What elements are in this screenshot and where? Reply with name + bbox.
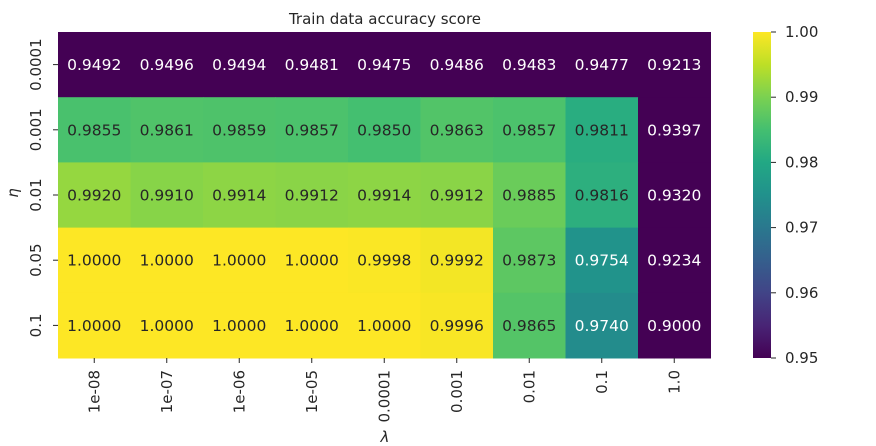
cell-value-label: 0.9885 (502, 187, 556, 205)
colorbar-tick-label: 0.95 (785, 349, 818, 367)
cell-value-label: 0.9912 (285, 187, 339, 205)
y-tick-label: 0.01 (27, 178, 45, 211)
colorbar-tick-label: 1.00 (785, 23, 818, 41)
cell-value-label: 0.9475 (357, 56, 411, 74)
colorbar-tick-label: 0.96 (785, 284, 818, 302)
colorbar-tick-label: 0.97 (785, 219, 818, 237)
cell-value-label: 0.9863 (430, 121, 484, 139)
heatmap-cells: 0.9492 0.9496 0.9494 0.9481 0.9475 0.9486 0.94… (58, 32, 711, 359)
cell-value-label: 0.9477 (575, 56, 629, 74)
y-tick-label: 0.1 (27, 313, 45, 337)
cell-value-label: 1.0000 (285, 317, 339, 335)
cell-value-label: 1.0000 (285, 252, 339, 270)
x-axis-label: λ (380, 428, 390, 446)
x-tick-label: 0.01 (520, 370, 538, 403)
cell-value-label: 0.9998 (357, 252, 411, 270)
cell-value-label: 0.9861 (140, 121, 194, 139)
cell-value-label: 0.9857 (502, 121, 556, 139)
colorbar-tick-label: 0.98 (785, 153, 818, 171)
x-tick-label: 0.001 (448, 370, 466, 413)
cell-value-label: 0.9816 (575, 187, 629, 205)
x-tick-label: 0.1 (593, 370, 611, 394)
cell-value-label: 0.9740 (575, 317, 629, 335)
cell-value-label: 1.0000 (357, 317, 411, 335)
cell-value-label: 1.0000 (140, 252, 194, 270)
x-tick-label: 1e-06 (230, 370, 248, 413)
cell-value-label: 0.9483 (502, 56, 556, 74)
cell-value-label: 1.0000 (212, 252, 266, 270)
cell-value-label: 1.0000 (212, 317, 266, 335)
cell-value-label: 0.9914 (212, 187, 266, 205)
colorbar-ticks: 0.95 0.96 0.97 0.98 0.99 1.00 (771, 23, 818, 367)
x-tick-label: 1e-08 (85, 370, 103, 413)
cell-value-label: 0.9859 (212, 121, 266, 139)
x-tick-label: 1.0 (665, 370, 683, 394)
cell-value-label: 0.9865 (502, 317, 556, 335)
cell-value-label: 0.9213 (647, 56, 701, 74)
cell-value-label: 0.9855 (67, 121, 121, 139)
cell-value-label: 0.9920 (67, 187, 121, 205)
cell-value-label: 0.9873 (502, 252, 556, 270)
y-axis-label: η (4, 188, 22, 198)
cell-value-label: 0.9000 (647, 317, 701, 335)
cell-value-label: 0.9857 (285, 121, 339, 139)
cell-value-label: 0.9492 (67, 56, 121, 74)
cell-value-label: 0.9481 (285, 56, 339, 74)
x-tick-label: 1e-05 (303, 370, 321, 413)
cell-value-label: 1.0000 (67, 317, 121, 335)
chart-title: Train data accuracy score (288, 10, 481, 28)
x-tick-label: 0.0001 (375, 370, 393, 423)
heatmap-figure: Train data accuracy score 0.9492 0.9496 0.… (4, 10, 818, 446)
y-tick-labels: 0.0001 0.001 0.01 0.05 0.1 (27, 38, 58, 337)
x-tick-labels: 1e-08 1e-07 1e-06 1e-05 0.0001 0.001 0.01 0.1 1.… (85, 358, 683, 423)
cell-value-label: 1.0000 (140, 317, 194, 335)
cell-value-label: 0.9494 (212, 56, 266, 74)
cell-value-label: 0.9397 (647, 121, 701, 139)
y-tick-label: 0.0001 (27, 38, 45, 91)
cell-value-label: 0.9850 (357, 121, 411, 139)
cell-value-label: 1.0000 (67, 252, 121, 270)
y-tick-label: 0.05 (27, 243, 45, 276)
colorbar (753, 32, 771, 358)
cell-value-label: 0.9234 (647, 252, 701, 270)
cell-value-label: 0.9912 (430, 187, 484, 205)
cell-value-label: 0.9914 (357, 187, 411, 205)
colorbar-tick-label: 0.99 (785, 88, 818, 106)
cell-value-label: 0.9910 (140, 187, 194, 205)
cell-value-label: 0.9992 (430, 252, 484, 270)
cell-value-label: 0.9496 (140, 56, 194, 74)
x-tick-label: 1e-07 (158, 370, 176, 413)
cell-value-label: 0.9811 (575, 121, 629, 139)
cell-value-label: 0.9486 (430, 56, 484, 74)
cell-value-label: 0.9996 (430, 317, 484, 335)
cell-value-label: 0.9320 (647, 187, 701, 205)
cell-value-label: 0.9754 (575, 252, 629, 270)
y-tick-label: 0.001 (27, 108, 45, 151)
